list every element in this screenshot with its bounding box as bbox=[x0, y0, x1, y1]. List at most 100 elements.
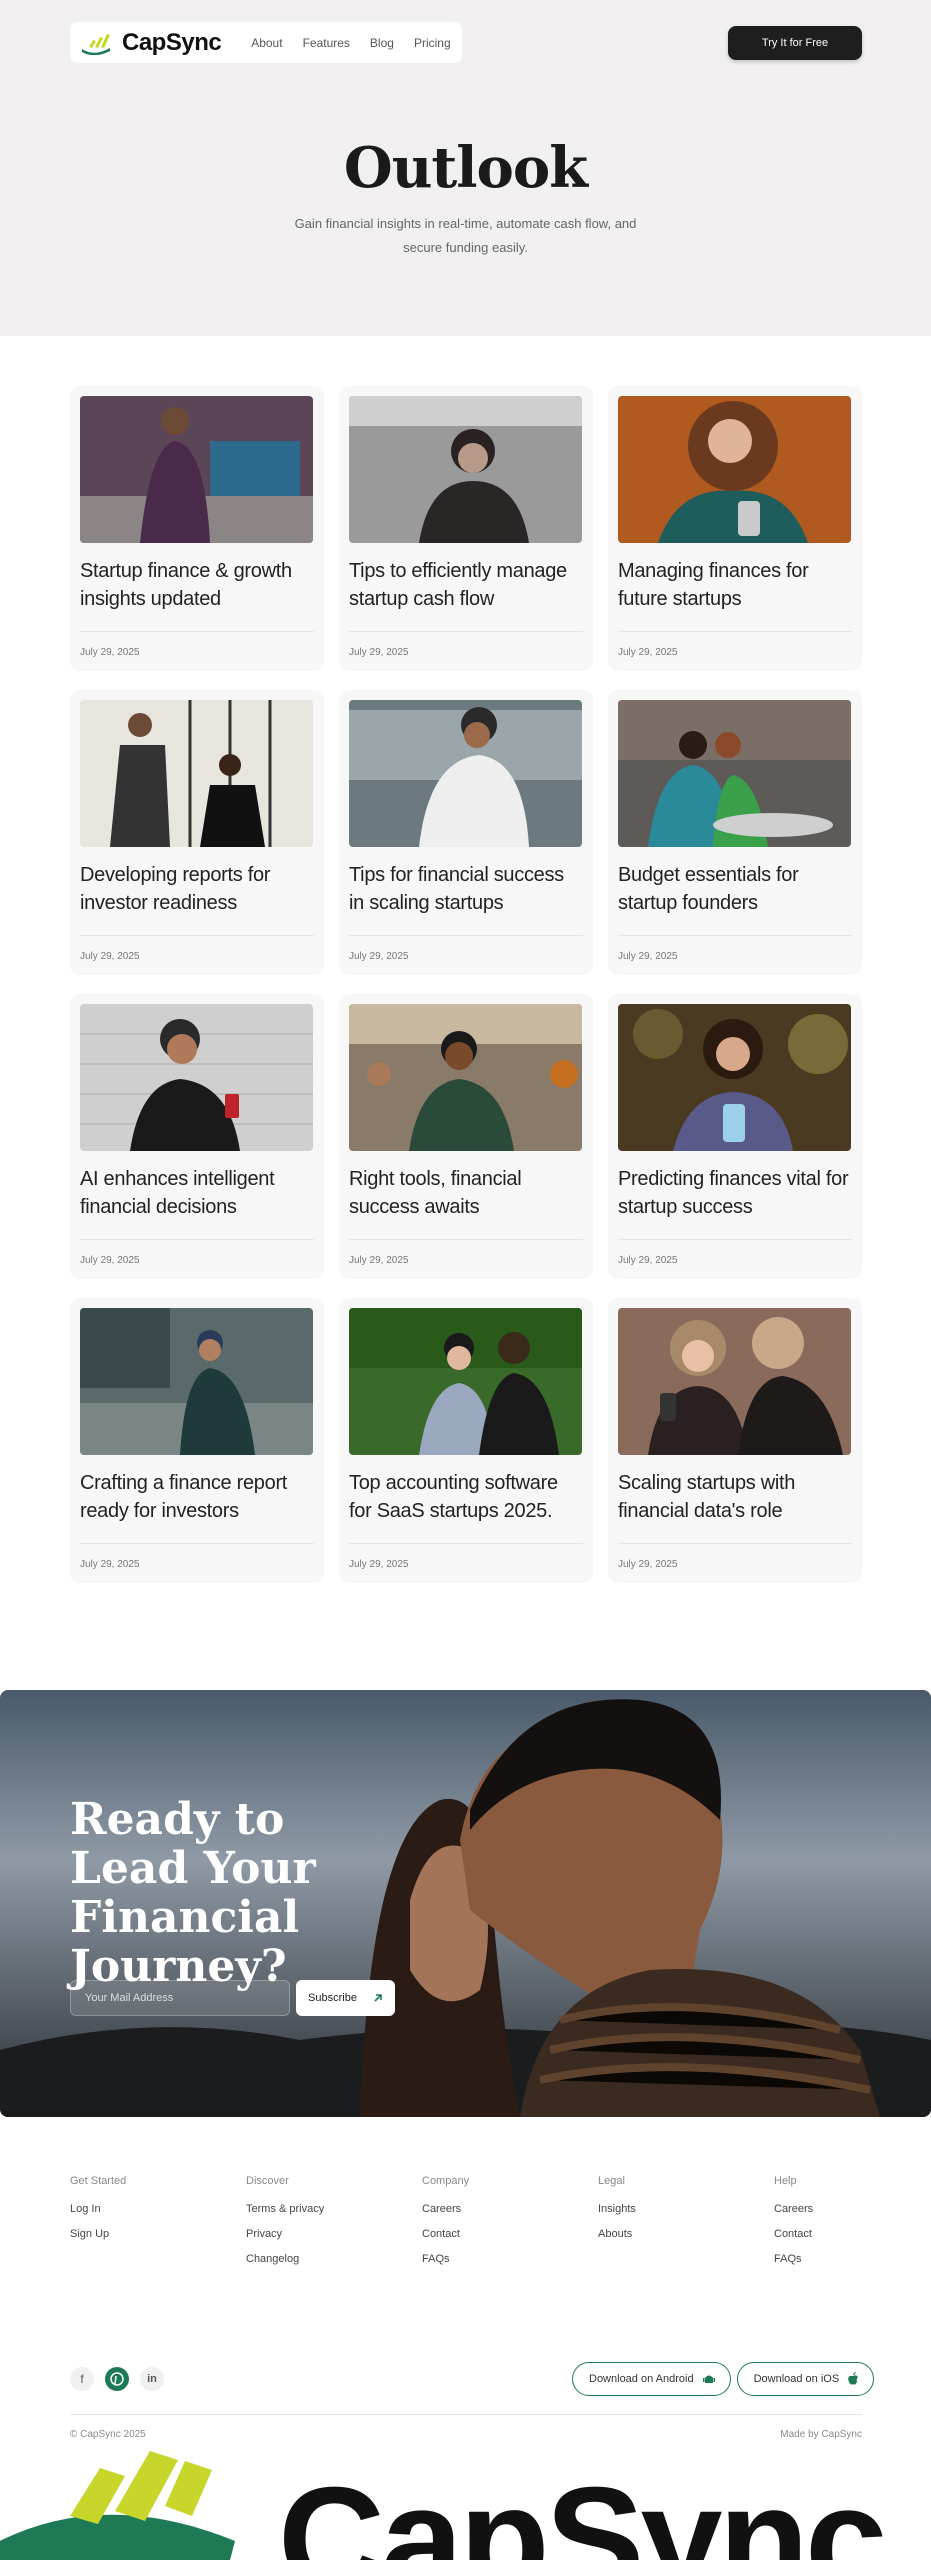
blog-card-date: July 29, 2025 bbox=[349, 647, 409, 658]
footer-link-abouts[interactable]: Abouts bbox=[598, 2228, 774, 2240]
nav-link-pricing[interactable]: Pricing bbox=[414, 36, 451, 50]
footer-link-faqs[interactable]: FAQs bbox=[422, 2253, 598, 2265]
big-brand-wordmark: CapSync bbox=[278, 2457, 887, 2560]
apple-icon bbox=[848, 2372, 859, 2385]
capsync-logo-icon bbox=[82, 33, 110, 55]
footer-divider bbox=[70, 2414, 862, 2415]
card-divider bbox=[349, 1239, 583, 1240]
footer-link-contact[interactable]: Contact bbox=[422, 2228, 598, 2240]
brand-logo[interactable]: CapSync bbox=[80, 28, 222, 57]
app-download-buttons: Download on Android Download on iOS bbox=[572, 2362, 875, 2396]
footer-links: Get Started Log In Sign Up Discover Term… bbox=[70, 2175, 862, 2278]
blog-card[interactable]: Right tools, financial success awaits Ju… bbox=[339, 994, 593, 1279]
download-ios-button[interactable]: Download on iOS bbox=[736, 2362, 875, 2396]
blog-card-title: Budget essentials for startup founders bbox=[618, 864, 799, 914]
made-by[interactable]: Made by CapSync bbox=[780, 2429, 862, 2440]
footer-col-help: Help Careers Contact FAQs bbox=[774, 2175, 862, 2278]
card-divider bbox=[618, 1239, 852, 1240]
footer-col-company: Company Careers Contact FAQs bbox=[422, 2175, 598, 2278]
card-divider bbox=[618, 1543, 852, 1544]
blog-card-title: Tips to efficiently manage startup cash … bbox=[349, 560, 567, 610]
navbar: CapSync About Features Blog Pricing bbox=[70, 22, 462, 63]
footer-link-contact[interactable]: Contact bbox=[774, 2228, 862, 2240]
footer-heading: Company bbox=[422, 2175, 470, 2187]
footer-heading: Legal bbox=[598, 2175, 625, 2187]
card-divider bbox=[80, 935, 314, 936]
android-icon bbox=[702, 2375, 715, 2383]
blog-card-title: Scaling startups with financial data's r… bbox=[618, 1472, 796, 1522]
blog-card-date: July 29, 2025 bbox=[618, 1255, 678, 1266]
blog-card-image bbox=[618, 700, 851, 847]
download-ios-label: Download on iOS bbox=[753, 2373, 840, 2385]
footer-big-logo: CapSync bbox=[0, 2446, 931, 2560]
facebook-icon[interactable]: f bbox=[70, 2367, 94, 2391]
footer-link-careers[interactable]: Careers bbox=[422, 2203, 598, 2215]
nav-link-about[interactable]: About bbox=[251, 36, 282, 50]
blog-card-date: July 29, 2025 bbox=[618, 1559, 678, 1570]
footer-link-careers[interactable]: Careers bbox=[774, 2203, 862, 2215]
blog-card-image bbox=[349, 1308, 582, 1455]
footer-link-signup[interactable]: Sign Up bbox=[70, 2228, 246, 2240]
nav-link-features[interactable]: Features bbox=[303, 36, 350, 50]
brand-name: CapSync bbox=[122, 28, 222, 56]
blog-card-title: Developing reports for investor readines… bbox=[80, 864, 271, 914]
blog-card-date: July 29, 2025 bbox=[80, 1559, 140, 1570]
blog-card-image bbox=[618, 1308, 851, 1455]
blog-card[interactable]: Scaling startups with financial data's r… bbox=[608, 1298, 862, 1583]
blog-card-date: July 29, 2025 bbox=[80, 1255, 140, 1266]
pinterest-icon[interactable] bbox=[105, 2367, 129, 2391]
blog-card-image bbox=[618, 1004, 851, 1151]
blog-card-title: Right tools, financial success awaits bbox=[349, 1168, 522, 1218]
blog-card[interactable]: Budget essentials for startup founders J… bbox=[608, 690, 862, 975]
nav-links: About Features Blog Pricing bbox=[251, 36, 450, 50]
subscribe-button[interactable]: Subscribe bbox=[296, 1980, 395, 2016]
blog-card-date: July 29, 2025 bbox=[618, 951, 678, 962]
footer-link-insights[interactable]: Insights bbox=[598, 2203, 774, 2215]
linkedin-icon[interactable]: in bbox=[140, 2367, 164, 2391]
blog-card-image bbox=[80, 700, 313, 847]
blog-card-image bbox=[80, 1308, 313, 1455]
blog-card-date: July 29, 2025 bbox=[349, 1255, 409, 1266]
footer-link-login[interactable]: Log In bbox=[70, 2203, 246, 2215]
blog-card[interactable]: Developing reports for investor readines… bbox=[70, 690, 324, 975]
blog-card[interactable]: Startup finance & growth insights update… bbox=[70, 386, 324, 671]
blog-card[interactable]: AI enhances intelligent financial decisi… bbox=[70, 994, 324, 1279]
blog-card[interactable]: Crafting a finance report ready for inve… bbox=[70, 1298, 324, 1583]
blog-card-image bbox=[349, 1004, 582, 1151]
blog-card[interactable]: Managing finances for future startups Ju… bbox=[608, 386, 862, 671]
blog-card-date: July 29, 2025 bbox=[349, 951, 409, 962]
card-divider bbox=[618, 631, 852, 632]
try-free-button[interactable]: Try It for Free bbox=[728, 26, 862, 60]
nav-link-blog[interactable]: Blog bbox=[370, 36, 394, 50]
card-divider bbox=[618, 935, 852, 936]
blog-card-date: July 29, 2025 bbox=[80, 951, 140, 962]
capsync-logo-icon bbox=[0, 2451, 235, 2560]
blog-card[interactable]: Predicting finances vital for startup su… bbox=[608, 994, 862, 1279]
blog-card-image bbox=[618, 396, 851, 543]
blog-grid: Startup finance & growth insights update… bbox=[70, 386, 862, 1583]
blog-card-title: AI enhances intelligent financial decisi… bbox=[80, 1168, 275, 1218]
blog-card-image bbox=[80, 396, 313, 543]
blog-card[interactable]: Tips for financial success in scaling st… bbox=[339, 690, 593, 975]
download-android-button[interactable]: Download on Android bbox=[572, 2362, 731, 2396]
blog-card[interactable]: Tips to efficiently manage startup cash … bbox=[339, 386, 593, 671]
card-divider bbox=[349, 935, 583, 936]
page-title: Outlook bbox=[343, 135, 588, 201]
footer-link-changelog[interactable]: Changelog bbox=[246, 2253, 422, 2265]
download-android-label: Download on Android bbox=[589, 2373, 694, 2385]
footer-col-legal: Legal Insights Abouts bbox=[598, 2175, 774, 2278]
email-input[interactable] bbox=[70, 1980, 290, 2016]
blog-card-title: Top accounting software for SaaS startup… bbox=[349, 1472, 558, 1522]
copyright: © CapSync 2025 bbox=[70, 2429, 146, 2440]
footer-link-faqs[interactable]: FAQs bbox=[774, 2253, 862, 2265]
footer-heading: Get Started bbox=[70, 2175, 127, 2187]
footer-link-privacy[interactable]: Privacy bbox=[246, 2228, 422, 2240]
blog-card-title: Crafting a finance report ready for inve… bbox=[80, 1472, 288, 1522]
blog-card-title: Managing finances for future startups bbox=[618, 560, 809, 610]
blog-card[interactable]: Top accounting software for SaaS startup… bbox=[339, 1298, 593, 1583]
blog-card-title: Tips for financial success in scaling st… bbox=[349, 864, 564, 914]
blog-card-title: Startup finance & growth insights update… bbox=[80, 560, 292, 610]
footer-link-terms[interactable]: Terms & privacy bbox=[246, 2203, 422, 2215]
blog-card-date: July 29, 2025 bbox=[618, 647, 678, 658]
blog-card-date: July 29, 2025 bbox=[80, 647, 140, 658]
